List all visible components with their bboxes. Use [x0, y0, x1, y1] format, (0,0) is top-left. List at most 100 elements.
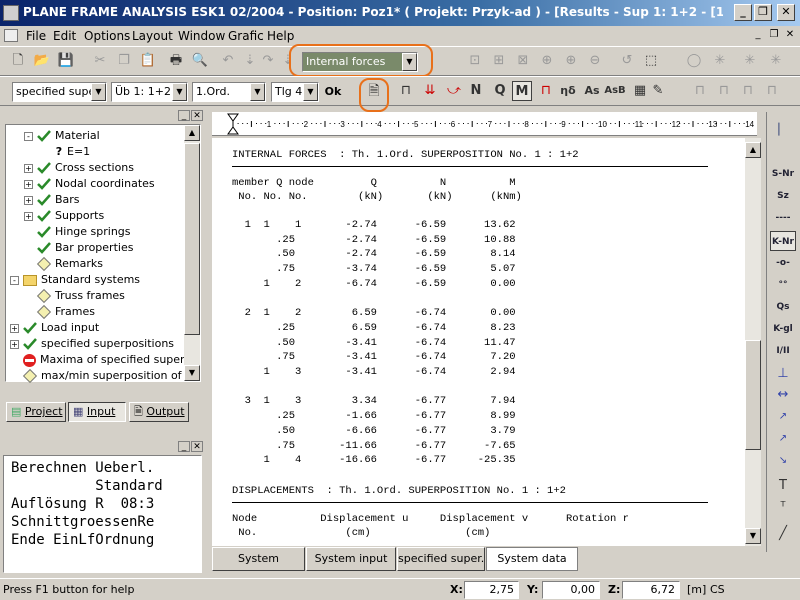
- redo-icon[interactable]: ↷: [258, 51, 278, 71]
- superposition-select[interactable]: Üb 1: 1+2 ▼: [111, 82, 188, 102]
- indent-marker-icon[interactable]: [227, 113, 239, 122]
- tab-input[interactable]: ▦ Input: [68, 402, 126, 422]
- minimize-button[interactable]: _: [734, 4, 752, 21]
- frame-icon[interactable]: ⊓: [396, 81, 416, 101]
- refresh-icon[interactable]: ↺: [617, 51, 637, 71]
- loads-icon[interactable]: ⇊: [420, 81, 440, 101]
- grid-icon[interactable]: ✳: [710, 51, 730, 71]
- indent-marker-icon[interactable]: [227, 126, 239, 135]
- chevron-down-icon[interactable]: ▼: [303, 83, 318, 101]
- draw-line-icon[interactable]: ╱: [773, 524, 793, 544]
- shear-force-icon[interactable]: Q: [490, 81, 510, 101]
- shape2-icon[interactable]: ⊓: [714, 81, 734, 101]
- print-preview-icon[interactable]: 🔍: [190, 51, 210, 71]
- shape4-icon[interactable]: ⊓: [762, 81, 782, 101]
- tab-system[interactable]: System: [212, 547, 305, 571]
- print-icon[interactable]: 🖶: [166, 51, 186, 71]
- tree-item[interactable]: + Nodal coordinates: [24, 176, 155, 192]
- open-folder-icon[interactable]: 📂: [32, 51, 52, 71]
- down-arrow-icon[interactable]: ⇣: [240, 51, 260, 71]
- scroll-up-arrow-icon[interactable]: ▲: [184, 125, 200, 141]
- snap-icon[interactable]: ✳: [740, 51, 760, 71]
- text-tool-icon[interactable]: T: [773, 476, 793, 496]
- zoom-in-icon[interactable]: ⊕: [561, 51, 581, 71]
- node-number-button[interactable]: K-Nr: [770, 231, 796, 251]
- chevron-down-icon[interactable]: ▼: [172, 83, 187, 101]
- menu-help[interactable]: Help: [267, 29, 294, 43]
- dots-button[interactable]: °°: [770, 275, 796, 295]
- tab-specified-superpositions[interactable]: specified super...: [397, 547, 485, 571]
- menu-file[interactable]: File: [26, 29, 46, 43]
- shape3-icon[interactable]: ⊓: [738, 81, 758, 101]
- z-x-icon[interactable]: ↗: [773, 407, 793, 427]
- k-gl-button[interactable]: K-gl: [770, 319, 796, 339]
- tab-project[interactable]: ▤ Project: [6, 402, 66, 422]
- menu-window[interactable]: Window: [178, 29, 225, 43]
- tree-item[interactable]: + Supports: [24, 208, 104, 224]
- menu-layout[interactable]: Layout: [132, 29, 173, 43]
- log-minimize-button[interactable]: _: [178, 441, 190, 452]
- z-y-icon[interactable]: ↗: [773, 429, 793, 449]
- menu-edit[interactable]: Edit: [53, 29, 76, 43]
- tree-item[interactable]: + Cross sections: [24, 160, 134, 176]
- select-cursor-icon[interactable]: ⬚: [641, 51, 661, 71]
- zoom-out-icon[interactable]: ⊖: [585, 51, 605, 71]
- tree-item[interactable]: Hinge springs: [24, 224, 131, 240]
- mdi-minimize-button[interactable]: _: [750, 28, 766, 42]
- x-coordinate-field[interactable]: 2,75: [464, 581, 519, 599]
- tree-vertical-scrollbar[interactable]: ▲ ▼: [184, 125, 200, 381]
- mdi-restore-button[interactable]: ❐: [766, 28, 782, 42]
- shape1-icon[interactable]: ⊓: [690, 81, 710, 101]
- scroll-up-arrow-icon[interactable]: ▲: [745, 142, 761, 158]
- collapse-icon[interactable]: -: [24, 131, 33, 141]
- scroll-thumb[interactable]: [745, 340, 761, 450]
- chevron-down-icon[interactable]: ▼: [250, 83, 265, 101]
- expand-icon[interactable]: +: [24, 211, 33, 221]
- tree-item[interactable]: Remarks: [24, 256, 103, 272]
- normal-force-icon[interactable]: N: [466, 81, 486, 101]
- log-close-button[interactable]: ✕: [191, 441, 203, 452]
- node-icon[interactable]: ◯: [684, 51, 704, 71]
- collapse-icon[interactable]: -: [10, 275, 19, 285]
- expand-icon[interactable]: +: [24, 195, 33, 205]
- scroll-down-arrow-icon[interactable]: ▼: [184, 365, 200, 381]
- expand-icon[interactable]: +: [24, 163, 33, 173]
- report-vertical-scrollbar[interactable]: ▲ ▼: [745, 138, 761, 546]
- mdi-close-button[interactable]: ✕: [782, 28, 798, 42]
- y-coordinate-field[interactable]: 0,00: [542, 581, 600, 599]
- tree-item[interactable]: ? E=1: [38, 144, 90, 160]
- text-small-icon[interactable]: ᵀ: [773, 498, 793, 518]
- superposition-type-select[interactable]: specified superp ▼: [12, 82, 107, 102]
- document-icon[interactable]: [4, 29, 18, 42]
- undo-icon[interactable]: ↶: [218, 51, 238, 71]
- node-button[interactable]: -o-: [770, 253, 796, 273]
- tree-item[interactable]: Truss frames: [24, 288, 125, 304]
- pointer-icon[interactable]: ⎸: [775, 120, 795, 140]
- support-reactions-icon[interactable]: ⤻: [444, 81, 464, 101]
- reinforcement-icon[interactable]: As: [582, 81, 602, 101]
- tree-item[interactable]: Bar properties: [24, 240, 133, 256]
- ok-button[interactable]: Ok: [322, 82, 344, 102]
- scroll-thumb[interactable]: [184, 143, 200, 335]
- moment-diagram-icon[interactable]: ⊓: [536, 81, 556, 101]
- support-icon[interactable]: ⊥: [773, 364, 793, 384]
- tree-item[interactable]: + Load input: [10, 320, 99, 336]
- tree-item[interactable]: - Standard systems: [10, 272, 140, 288]
- scroll-down-arrow-icon[interactable]: ▼: [745, 528, 761, 544]
- qs-button[interactable]: Qs: [770, 297, 796, 317]
- tree-item[interactable]: Maxima of specified superpo: [10, 352, 198, 368]
- tree-item[interactable]: max/min superposition of Lc: [10, 368, 197, 384]
- save-icon[interactable]: 💾: [56, 51, 76, 71]
- tree-item[interactable]: + Bars: [24, 192, 80, 208]
- reinforcement-b-icon[interactable]: AsB: [602, 81, 628, 101]
- close-button[interactable]: ✕: [777, 4, 795, 21]
- tree-minimize-button[interactable]: _: [178, 110, 190, 121]
- theory-button[interactable]: I/II: [770, 341, 796, 361]
- menu-options[interactable]: Options: [84, 29, 130, 43]
- new-file-icon[interactable]: 🗋: [8, 51, 28, 71]
- expand-icon[interactable]: +: [10, 323, 19, 333]
- dimension-icon[interactable]: ↔: [773, 385, 793, 405]
- division-select[interactable]: Tlg 4 ▼: [271, 82, 319, 102]
- expand-icon[interactable]: +: [10, 339, 19, 349]
- crosshair-icon[interactable]: ✳: [766, 51, 786, 71]
